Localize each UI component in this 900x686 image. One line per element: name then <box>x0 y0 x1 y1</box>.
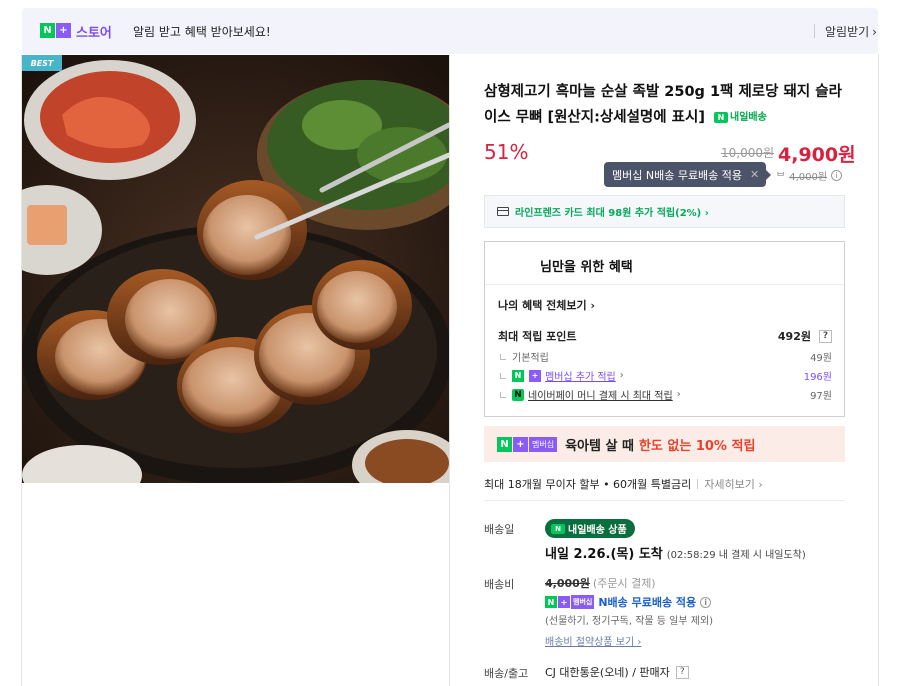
chevron-right-icon: › <box>872 24 877 39</box>
original-price: 10,000원 <box>721 146 775 160</box>
badge-label: 내일배송 상품 <box>568 525 627 536</box>
tree-line-icon <box>500 391 506 398</box>
card-promo[interactable]: 라인프렌즈 카드 최대 98원 추가 적립(2%) › <box>484 195 845 228</box>
arrival-info: 내일 2.26.(목) 도착 (02:58:29 내 결제 시 내일도착) <box>545 543 806 562</box>
n-logo-icon: N <box>40 23 55 38</box>
alarm-label: 알림받기 <box>825 25 870 39</box>
installment-more-link[interactable]: 자세히보기 › <box>704 476 763 492</box>
chevron-right-icon: › <box>619 370 624 381</box>
benefit-title: 님만을 위한 혜택 <box>540 260 633 275</box>
plus-logo-icon: + <box>56 23 71 38</box>
chevron-right-icon: › <box>676 389 681 400</box>
store-alert-bar: N + 스토어 알림 받고 혜택 받아보세요! 알림받기 › <box>22 8 878 54</box>
membership-banner[interactable]: N + 멤버십 육아템 살 때 한도 없는 10% 적립 <box>484 426 845 462</box>
naver-pay-icon: N <box>512 388 524 401</box>
alert-message: 알림 받고 혜택 받아보세요! <box>133 25 271 39</box>
tomorrow-delivery-product-badge: N 내일배송 상품 <box>545 519 635 538</box>
free-shipping-text: N배송 무료배송 적용 <box>598 596 697 609</box>
arrival-note: (02:58:29 내 결제 시 내일도착) <box>666 550 806 561</box>
basic-points-label: 기본적립 <box>512 353 549 364</box>
membership-price: ᄇ 4,000원 i <box>776 168 843 183</box>
shipping-fee-label: 배송비 <box>484 578 515 591</box>
product-title: 삼형제고기 흑마늘 순살 족발 250g 1팩 제로당 돼지 슬라이스 무뼈 [… <box>484 80 854 131</box>
installment-text: 최대 18개월 무이자 할부 • 60개월 특별금리 <box>484 478 692 491</box>
n-logo-icon: N <box>512 369 524 382</box>
banner-text: 육아템 살 때 <box>565 438 634 454</box>
credit-card-icon <box>497 207 509 216</box>
discount-rate: 51% <box>484 140 529 164</box>
tomorrow-delivery-label: 내일배송 <box>730 112 767 123</box>
product-image[interactable] <box>22 55 449 483</box>
n-logo-icon: N <box>497 436 512 452</box>
info-icon[interactable]: i <box>700 596 712 608</box>
plus-logo-icon: + <box>513 436 528 452</box>
plus-logo-icon: + <box>558 596 570 608</box>
divider <box>485 284 844 285</box>
courier-label: 배송/출고 <box>484 667 529 680</box>
max-points-row: 최대 적립 포인트 492원 ? <box>498 328 832 344</box>
close-icon[interactable]: ✕ <box>750 168 759 181</box>
npay-points-row: N 네이버페이 머니 결제 시 최대 적립 › 97원 <box>498 387 832 402</box>
truck-icon: N <box>551 523 565 534</box>
membership-tag: 멤버십 <box>571 595 595 609</box>
tooltip-text: 멤버십 N배송 무료배송 적용 <box>612 168 743 182</box>
npay-points-value: 97원 <box>810 391 832 402</box>
membership-points-row: N + 멤버십 추가 적립 › 196원 <box>498 368 832 383</box>
delivery-date-label: 배송일 <box>484 523 515 536</box>
arrival-date: 내일 2.26.(목) 도착 <box>545 547 663 562</box>
alarm-button[interactable]: 알림받기 › <box>825 23 877 40</box>
npay-points-link[interactable]: 네이버페이 머니 결제 시 최대 적립 <box>528 387 673 402</box>
shipping-saving-link[interactable]: 배송비 절약상품 보기 › <box>545 633 641 648</box>
banner-highlight: 한도 없는 10% 적립 <box>638 438 756 454</box>
info-icon[interactable]: i <box>831 170 843 181</box>
membership-points-link[interactable]: 멤버십 추가 적립 <box>545 368 616 383</box>
basic-points-row: 기본적립 49원 <box>498 349 832 364</box>
help-icon[interactable]: ? <box>675 665 689 679</box>
tomorrow-delivery-badge: N 내일배송 <box>714 105 767 130</box>
tree-line-icon <box>500 372 506 379</box>
best-badge: BEST <box>22 55 62 71</box>
benefit-panel: 님만을 위한 혜택 나의 혜택 전체보기 › 최대 적립 포인트 492원 ? … <box>484 241 845 417</box>
divider <box>814 24 815 38</box>
basic-points-value: 49원 <box>810 353 832 364</box>
jokbal-photo <box>22 55 449 483</box>
divider <box>484 500 845 501</box>
final-price: 4,900원 <box>778 144 856 166</box>
membership-price-value: 4,000원 <box>789 172 828 183</box>
naver-plus-logo: N + <box>40 23 71 38</box>
max-points-label: 최대 적립 포인트 <box>498 330 577 343</box>
divider <box>697 479 699 489</box>
courier-info: CJ 대한통운(오네) / 판매자 ? <box>545 664 689 680</box>
membership-points-value: 196원 <box>803 372 832 383</box>
help-icon[interactable]: ? <box>819 329 832 343</box>
membership-tooltip: 멤버십 N배송 무료배송 적용 ✕ <box>604 162 771 187</box>
divider <box>878 54 879 686</box>
installment-info: 최대 18개월 무이자 할부 • 60개월 특별금리 자세히보기 › <box>484 476 763 492</box>
shipping-fee-original: 4,000원 <box>545 577 590 590</box>
product-title-text: 삼형제고기 흑마늘 순살 족발 250g 1팩 제로당 돼지 슬라이스 무뼈 [… <box>484 84 842 126</box>
n-logo-icon: N <box>545 596 557 608</box>
truck-icon: N <box>714 112 729 123</box>
divider <box>449 54 450 686</box>
shipping-exceptions: (선물하기, 정기구독, 작물 등 일부 제외) <box>545 616 714 627</box>
price-prefix: ᄇ <box>776 172 786 183</box>
store-logo-text: 스토어 <box>76 26 112 41</box>
courier-name: CJ 대한통운(오네) / 판매자 <box>545 666 670 679</box>
tree-line-icon <box>500 353 506 360</box>
max-points-value: 492원 <box>777 330 811 343</box>
membership-tag: 멤버십 <box>529 436 558 452</box>
all-benefits-link[interactable]: 나의 혜택 전체보기 › <box>498 297 595 313</box>
shipping-fee-note: (주문시 결제) <box>592 577 656 590</box>
shipping-fee: 4,000원 (주문시 결제) <box>545 575 656 591</box>
free-shipping-row: N + 멤버십 N배송 무료배송 적용 i <box>545 594 712 610</box>
plus-logo-icon: + <box>529 369 541 382</box>
card-promo-text: 라인프렌즈 카드 최대 98원 추가 적립(2%) › <box>515 208 709 219</box>
